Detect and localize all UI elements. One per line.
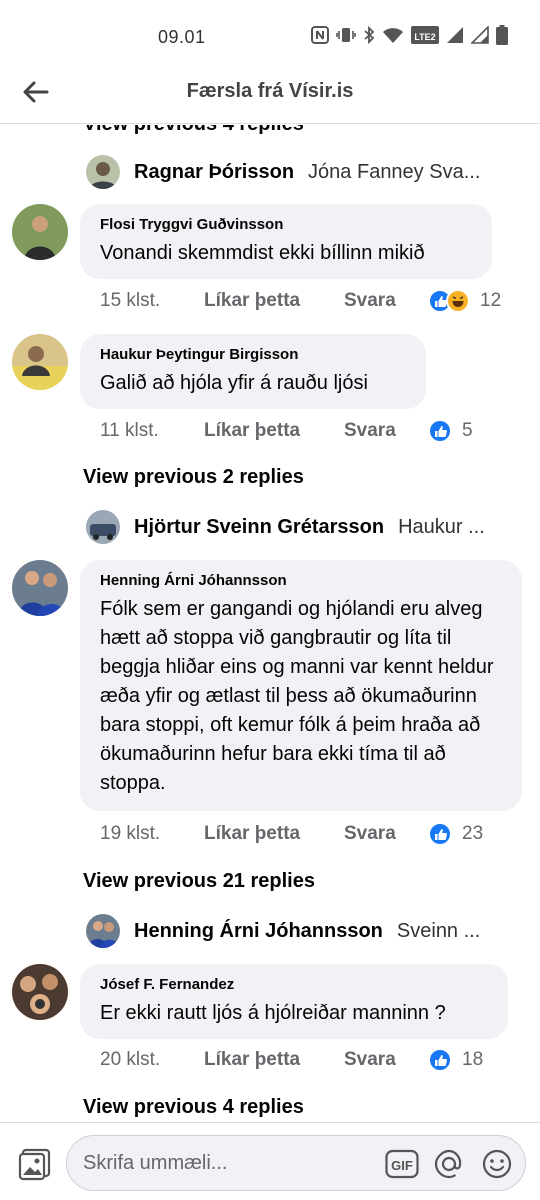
reactions[interactable]: 18 [428,1048,483,1072]
like-icon [428,419,452,443]
avatar[interactable] [12,560,68,616]
reaction-count: 5 [462,420,473,441]
battery-icon [496,25,508,45]
comment-text: Galið að hjóla yfir á rauðu ljósi [100,372,368,394]
reactions[interactable]: 12 [428,289,501,313]
avatar [86,155,120,189]
comment-time[interactable]: 20 klst. [100,1049,204,1071]
emoji-icon [482,1149,512,1179]
comment-time[interactable]: 11 klst. [100,420,204,442]
status-bar: 09.01 LTE2 [0,0,540,60]
comment-author[interactable]: Haukur Þeytingur Birgisson [100,346,406,363]
reply-summary[interactable]: Hjörtur Sveinn Grétarsson Haukur ... [86,509,516,545]
nfc-icon [311,26,329,44]
reply-preview: Jóna Fanney Sva... [308,160,481,183]
reply-preview: Sveinn ... [396,919,481,942]
gif-icon: GIF [385,1149,419,1179]
reply-author: Ragnar Þórisson [134,160,295,183]
like-icon [428,822,452,846]
comment-author[interactable]: Flosi Tryggvi Guðvinsson [100,216,472,233]
comment-actions: 20 klst. Líkar þetta Svara 18 [100,1045,483,1075]
comment-actions: 11 klst. Líkar þetta Svara 5 [100,416,473,446]
like-button[interactable]: Líkar þetta [204,290,344,312]
avatar[interactable] [12,334,68,390]
emoji-button[interactable] [481,1148,513,1180]
vibrate-icon [336,28,356,42]
reaction-count: 12 [480,290,502,311]
like-button[interactable]: Líkar þetta [204,823,344,845]
reaction-count: 18 [462,1049,484,1070]
reply-button[interactable]: Svara [344,290,428,312]
view-previous-replies-link[interactable]: View previous 4 replies [83,1096,304,1119]
reply-author: Hjörtur Sveinn Grétarsson [134,515,385,538]
reply-author: Henning Árni Jóhannsson [134,919,383,942]
reply-button[interactable]: Svara [344,823,428,845]
comment-text: Vonandi skemmdist ekki bíllinn mikið [100,242,425,264]
photo-icon [18,1148,51,1181]
reply-summary[interactable]: Ragnar Þórisson Jóna Fanney Sva... [86,154,516,190]
svg-text:GIF: GIF [391,1158,413,1173]
at-sign-icon [434,1149,462,1179]
page-title: Færsla frá Vísir.is [186,80,354,102]
top-bar: Færsla frá Vísir.is [0,60,540,124]
haha-icon [446,289,470,313]
gif-button[interactable]: GIF [385,1148,419,1180]
avatar [86,510,120,544]
comment-author[interactable]: Jósef F. Fernandez [100,976,488,993]
reply-button[interactable]: Svara [344,420,428,442]
view-previous-replies-link[interactable]: View previous 4 replies [83,125,304,136]
avatar[interactable] [12,964,68,1020]
like-icon [428,1048,452,1072]
like-button[interactable]: Líkar þetta [204,420,344,442]
comment-bubble[interactable]: Haukur Þeytingur Birgisson Galið að hjól… [80,334,426,409]
view-previous-replies-link[interactable]: View previous 21 replies [83,870,315,893]
comment-text: Er ekki rautt ljós á hjólreiðar manninn … [100,1002,446,1024]
comment-time[interactable]: 15 klst. [100,290,204,312]
comment-time[interactable]: 19 klst. [100,823,204,845]
status-time: 09.01 [158,27,206,47]
wifi-icon [383,28,403,43]
comment-actions: 15 klst. Líkar þetta Svara 12 [100,286,501,316]
signal-r-icon [471,26,489,44]
svg-text:LTE2: LTE2 [414,32,435,42]
comment-bubble[interactable]: Flosi Tryggvi Guðvinsson Vonandi skemmdi… [80,204,492,279]
reply-summary[interactable]: Henning Árni Jóhannsson Sveinn ... [86,913,516,949]
comment-input-wrapper: GIF [66,1135,526,1191]
comments-list[interactable]: View previous 4 replies Ragnar Þórisson … [0,125,540,1120]
like-button[interactable]: Líkar þetta [204,1049,344,1071]
signal-icon [447,27,463,43]
comment-bubble[interactable]: Henning Árni Jóhannsson Fólk sem er gang… [80,560,522,811]
comment-text: Fólk sem er gangandi og hjólandi eru alv… [100,598,494,794]
comment-composer: GIF [0,1122,540,1200]
view-previous-replies-link[interactable]: View previous 2 replies [83,466,304,489]
bluetooth-icon [364,26,375,44]
reply-button[interactable]: Svara [344,1049,428,1071]
comment-input[interactable] [83,1136,363,1190]
avatar[interactable] [12,204,68,260]
reactions[interactable]: 23 [428,822,483,846]
reaction-count: 23 [462,823,484,844]
status-icons: LTE2 [311,25,508,45]
reply-preview: Haukur ... [398,515,485,538]
comment-actions: 19 klst. Líkar þetta Svara 23 [100,819,483,849]
comment-author[interactable]: Henning Árni Jóhannsson [100,572,502,589]
reactions[interactable]: 5 [428,419,473,443]
avatar [86,914,120,948]
lte-icon: LTE2 [411,26,439,44]
comment-bubble[interactable]: Jósef F. Fernandez Er ekki rautt ljós á … [80,964,508,1039]
photo-button[interactable] [18,1147,52,1181]
mention-button[interactable] [433,1148,465,1180]
